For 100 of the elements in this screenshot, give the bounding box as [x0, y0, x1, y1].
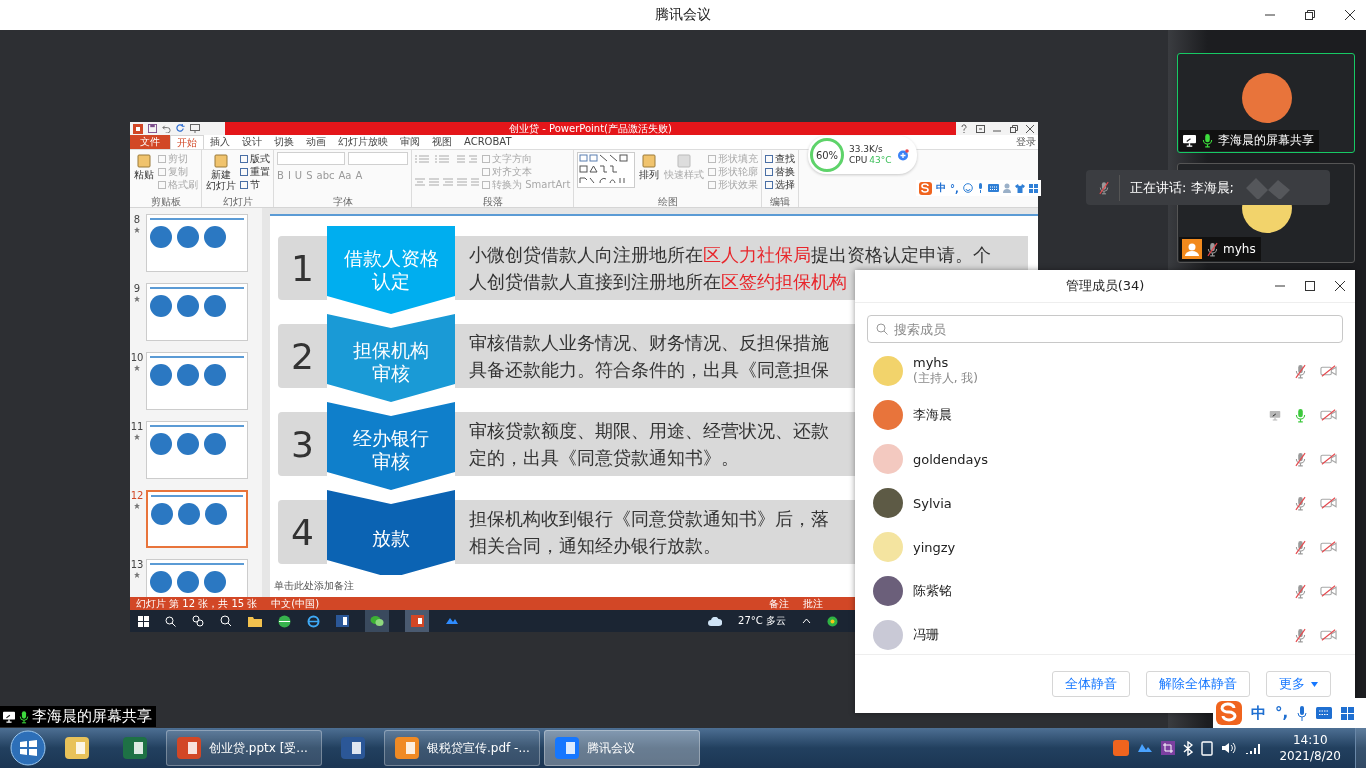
slide-thumbnail[interactable]	[146, 352, 248, 410]
ribbon-group-label: 幻灯片	[221, 196, 254, 207]
chat-app-button[interactable]	[365, 610, 389, 632]
ribbon-tab[interactable]: 开始	[170, 135, 204, 149]
document-icon[interactable]	[336, 615, 349, 627]
slide-count: 幻灯片 第 12 张，共 15 张	[136, 596, 258, 611]
caret-icon	[1311, 681, 1318, 687]
mute-action-button[interactable]: 解除全体静音	[1146, 671, 1250, 697]
meeting-tray-icon[interactable]	[1137, 742, 1154, 754]
meeting-app-icon[interactable]	[445, 616, 459, 626]
bluetooth-icon[interactable]	[1183, 740, 1194, 756]
ribbon-button[interactable]: 选择	[765, 178, 796, 191]
restore-icon[interactable]	[1009, 124, 1018, 133]
help-icon[interactable]	[960, 124, 969, 133]
ribbon-tab[interactable]: 幻灯片放映	[332, 135, 394, 149]
search-field[interactable]: 搜索成员	[867, 315, 1343, 343]
browser-icon[interactable]	[307, 614, 320, 628]
undo-icon[interactable]	[162, 124, 171, 133]
member-row[interactable]: goldendays	[855, 437, 1355, 481]
slide-thumbnail[interactable]	[146, 283, 248, 341]
member-row[interactable]: Sylvia	[855, 481, 1355, 525]
input-method-logo-icon[interactable]	[1216, 701, 1242, 725]
globe-icon[interactable]	[278, 614, 291, 628]
start-button[interactable]	[10, 730, 46, 766]
boost-icon[interactable]	[896, 149, 909, 161]
font-name-field[interactable]	[277, 152, 345, 165]
crop-icon[interactable]	[1161, 741, 1176, 755]
member-row[interactable]: 陈紫铭	[855, 569, 1355, 613]
ribbon-tab[interactable]: 插入	[204, 135, 236, 149]
input-mode-indicator[interactable]: 中	[1251, 703, 1266, 723]
close-icon[interactable]	[1025, 124, 1034, 133]
search-icon[interactable]	[165, 615, 176, 627]
ribbon-button[interactable]: 查找	[765, 152, 796, 165]
ribbon-tab[interactable]: 文件	[130, 135, 170, 149]
more-menu-button[interactable]: 更多	[1266, 671, 1331, 697]
member-row[interactable]: yingzy	[855, 525, 1355, 569]
save-icon[interactable]	[148, 124, 157, 133]
keyboard-icon[interactable]	[1316, 707, 1333, 719]
device-icon[interactable]	[1201, 740, 1214, 756]
taskbar-button[interactable]: 银税贷宣传.pdf -...	[384, 730, 540, 766]
member-row[interactable]: myhs (主持人, 我)	[855, 349, 1355, 393]
presentation-app-button[interactable]	[405, 610, 429, 632]
ribbon-tab[interactable]: 视图	[426, 135, 458, 149]
show-desktop-button[interactable]	[1355, 728, 1366, 768]
ribbon-tab[interactable]: 审阅	[394, 135, 426, 149]
tray-app-icon[interactable]	[827, 615, 838, 627]
microphone-icon[interactable]	[1297, 705, 1308, 721]
taskbar-button[interactable]: 腾讯会议	[544, 730, 700, 766]
windows-logo-icon[interactable]	[138, 615, 149, 627]
smiley-icon[interactable]	[962, 183, 973, 193]
slide-thumbnail[interactable]	[146, 490, 248, 548]
close-icon[interactable]	[1334, 280, 1346, 292]
magnifier-icon[interactable]	[220, 615, 232, 627]
ribbon-display-icon[interactable]	[976, 124, 986, 133]
sign-in-link[interactable]: 登录	[1016, 135, 1038, 149]
ribbon-button[interactable]: 替换	[765, 165, 796, 178]
ribbon-button[interactable]: 版式	[240, 152, 270, 165]
ribbon-tab[interactable]: 动画	[300, 135, 332, 149]
step-description: 人创贷借款人直接到注册地所在区签约担保机构	[469, 270, 847, 294]
comments-button[interactable]: 批注	[803, 596, 823, 611]
ribbon-button[interactable]: 重置	[240, 165, 270, 178]
ribbon-tab[interactable]: 切换	[268, 135, 300, 149]
ribbon-large-button[interactable]: 粘贴	[133, 152, 155, 181]
ribbon-button[interactable]: 节	[240, 178, 270, 191]
video-tile[interactable]: 李海晨的屏幕共享	[1177, 53, 1355, 153]
input-method-logo-icon[interactable]	[919, 181, 932, 195]
shapes-gallery[interactable]	[577, 152, 636, 188]
ribbon-large-button[interactable]: 新建 幻灯片	[205, 152, 237, 192]
notes-button[interactable]: 备注	[769, 596, 789, 611]
volume-icon[interactable]	[1221, 741, 1238, 755]
member-row[interactable]: 李海晨	[855, 393, 1355, 437]
shirt-icon[interactable]	[1014, 183, 1025, 193]
slide-thumbnail[interactable]	[146, 214, 248, 272]
signal-icon[interactable]	[1245, 742, 1262, 754]
close-icon[interactable]	[1344, 9, 1356, 21]
ribbon-tab[interactable]: 设计	[236, 135, 268, 149]
input-method-icon[interactable]	[1113, 740, 1130, 756]
presentation-icon[interactable]	[190, 124, 200, 133]
slide-thumbnail[interactable]	[146, 421, 248, 479]
pinwheel-icon[interactable]	[192, 615, 204, 627]
grid-icon[interactable]	[1028, 183, 1038, 193]
microphone-icon[interactable]	[976, 183, 984, 193]
keyboard-icon[interactable]	[987, 184, 999, 192]
ribbon-large-button[interactable]: 排列	[638, 152, 661, 181]
member-row[interactable]: 冯珊	[855, 613, 1355, 654]
restore-icon[interactable]	[1304, 9, 1316, 21]
redo-icon[interactable]	[176, 124, 185, 133]
punctuation-indicator[interactable]: °,	[950, 182, 959, 194]
punctuation-indicator[interactable]: °,	[1275, 704, 1289, 722]
notes-placeholder[interactable]: 单击此处添加备注	[274, 579, 354, 593]
folder-icon[interactable]	[248, 615, 262, 627]
chevron-up-icon[interactable]	[802, 618, 811, 624]
input-mode-indicator[interactable]: 中	[936, 181, 946, 195]
font-size-field[interactable]	[348, 152, 408, 165]
mute-action-button[interactable]: 全体静音	[1052, 671, 1130, 697]
grid-icon[interactable]	[1341, 706, 1355, 720]
taskbar-button[interactable]: 创业贷.pptx [受...	[166, 730, 322, 766]
step-description: 相关合同，通知经办银行放款。	[469, 534, 721, 558]
ribbon-tab[interactable]: ACROBAT	[458, 135, 518, 149]
maximize-icon[interactable]	[1304, 280, 1316, 292]
